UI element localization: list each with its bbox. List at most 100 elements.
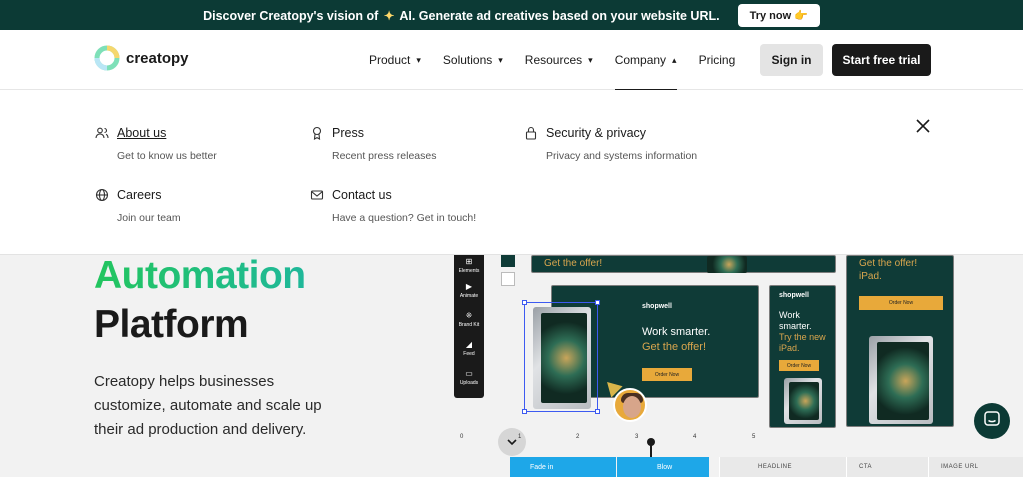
tool-animate[interactable]: ▶ Animate (454, 282, 484, 299)
timeline-track-blow[interactable]: Blow (617, 457, 709, 477)
nav-pricing[interactable]: Pricing (699, 30, 736, 90)
dropdown-item-subtitle: Have a question? Get in touch! (332, 212, 477, 224)
main-nav: Product ▾ Solutions ▾ Resources ▾ Compan… (369, 30, 757, 91)
banner-brand: shopwell (642, 303, 672, 310)
tool-brand-kit[interactable]: ⁜ Brand Kit (454, 311, 484, 328)
dropdown-item-security-privacy[interactable]: Security & privacy Privacy and systems i… (524, 126, 697, 162)
dropdown-item-title: About us (117, 126, 167, 140)
nav-product-label: Product (369, 53, 411, 67)
announcement-text-after: AI. Generate ad creatives based on your … (399, 8, 720, 23)
color-swatch-dark[interactable] (501, 255, 515, 267)
banner-preview-narrow[interactable]: shopwell Work smarter. Try the new iPad.… (769, 285, 836, 428)
tool-label: Brand Kit (458, 322, 480, 328)
ruler-label: 5 (752, 434, 756, 440)
chat-launcher-button[interactable] (974, 403, 1010, 439)
selection-box[interactable] (522, 300, 600, 414)
dropdown-item-subtitle: Recent press releases (332, 150, 437, 162)
tool-label: Uploads (459, 380, 479, 386)
dropdown-item-subtitle: Privacy and systems information (546, 150, 698, 162)
lock-icon (524, 126, 538, 140)
ruler-label: 0 (460, 434, 464, 440)
announcement-text-before: Discover Creatopy's vision of (203, 8, 379, 23)
hero-heading-line1-text: Automation (94, 254, 306, 297)
tool-label: Animate (459, 293, 479, 299)
tablet-screen (789, 382, 819, 420)
banner-subline: Try the new iPad. (779, 332, 826, 353)
company-dropdown: About us Get to know us better Press Rec… (0, 90, 1023, 255)
nav-solutions-label: Solutions (442, 53, 493, 67)
banner-subline: Get the offer! (544, 258, 603, 269)
announcement-text: Discover Creatopy's vision of ✦ AI. Gene… (203, 8, 720, 23)
tool-feed[interactable]: ◢ Feed (454, 340, 484, 357)
nav-product[interactable]: Product ▾ (369, 30, 421, 90)
dropdown-item-title: Security & privacy (546, 126, 647, 140)
dropdown-item-subtitle: Get to know us better (117, 150, 217, 162)
sign-in-button[interactable]: Sign in (760, 44, 823, 76)
dropdown-item-title: Careers (117, 188, 162, 202)
award-icon (310, 126, 324, 140)
hero-paragraph: Creatopy helps businesses customize, aut… (94, 373, 322, 438)
close-icon[interactable] (915, 118, 931, 134)
dropdown-item-careers[interactable]: Careers Join our team (95, 188, 181, 224)
banner-headline: Work smarter. (779, 310, 812, 331)
tablet-screen (877, 342, 929, 420)
tool-label: Feed (463, 351, 475, 357)
banner-subline: Get the offer! (642, 341, 707, 353)
dropdown-item-contact-us[interactable]: Contact us Have a question? Get in touch… (310, 188, 476, 224)
dropdown-item-subtitle: Join our team (117, 212, 181, 224)
nav-company[interactable]: Company ▴ (614, 30, 677, 91)
resize-handle[interactable] (522, 409, 527, 414)
dropdown-item-title: Press (332, 126, 364, 140)
nav-company-label: Company (614, 53, 667, 67)
dropdown-item-press[interactable]: Press Recent press releases (310, 126, 436, 162)
dropdown-item-title: Contact us (332, 188, 392, 202)
banner-brand: shopwell (779, 292, 809, 299)
logo-text: creatopy (126, 49, 189, 67)
dropdown-item-about-us[interactable]: About us Get to know us better (95, 126, 217, 162)
chevron-down-icon: ▾ (588, 54, 593, 65)
hero-heading-line2: Platform (94, 303, 249, 346)
track-label: Blow (657, 463, 673, 471)
banner-preview-wide[interactable]: Get the offer! (531, 255, 836, 273)
ruler-label: 3 (635, 434, 639, 440)
color-swatch-white[interactable] (501, 272, 515, 286)
chat-icon (983, 410, 1001, 433)
banner-subline: Get the offer! iPad. (859, 257, 949, 283)
column-header-cta: CTA (846, 457, 928, 477)
tablet-image (707, 256, 747, 273)
tool-elements[interactable]: ⊞ Elements (454, 257, 484, 274)
timeline-track-fade-in[interactable]: Fade in (510, 457, 616, 477)
nav-resources[interactable]: Resources ▾ (525, 30, 593, 90)
cta-button: Order Now (859, 296, 943, 310)
creatopy-logo-icon (94, 43, 120, 73)
people-icon (95, 126, 109, 140)
elements-icon: ⊞ (465, 257, 473, 266)
play-icon: ▶ (465, 282, 473, 291)
page: Discover Creatopy's vision of ✦ AI. Gene… (0, 0, 1023, 477)
editor-toolbar: ⊞ Elements ▶ Animate ⁜ Brand Kit ◢ Feed ▭ Upl… (454, 255, 484, 398)
tool-uploads[interactable]: ▭ Uploads (454, 369, 484, 386)
banner-headline: Work smarter. (642, 326, 711, 338)
chevron-down-icon: ▾ (498, 54, 503, 65)
nav-pricing-label: Pricing (698, 53, 736, 67)
banner-preview-tall[interactable]: Get the offer! iPad. Order Now (846, 255, 954, 427)
chevron-down-icon: ▾ (416, 54, 421, 65)
chevron-up-icon: ▴ (672, 54, 677, 65)
resize-handle[interactable] (595, 300, 600, 305)
tool-label: Elements (458, 268, 480, 274)
column-header-image-url: IMAGE URL (928, 457, 1023, 477)
site-header: creatopy Product ▾ Solutions ▾ Resources… (0, 30, 1023, 91)
resize-handle[interactable] (595, 409, 600, 414)
start-free-trial-button[interactable]: Start free trial (832, 44, 931, 76)
globe-icon (95, 188, 109, 202)
brand-kit-icon: ⁜ (465, 311, 473, 320)
cta-button: Order Now (642, 368, 692, 381)
timeline-ruler: 0 1 2 3 4 5 (455, 434, 805, 448)
rss-icon: ◢ (465, 340, 473, 349)
nav-solutions[interactable]: Solutions ▾ (443, 30, 503, 90)
logo[interactable]: creatopy (94, 43, 189, 73)
resize-handle[interactable] (522, 300, 527, 305)
cta-button: Order Now (779, 360, 819, 371)
try-now-button[interactable]: Try now 👉 (737, 3, 820, 27)
nav-resources-label: Resources (524, 53, 583, 67)
